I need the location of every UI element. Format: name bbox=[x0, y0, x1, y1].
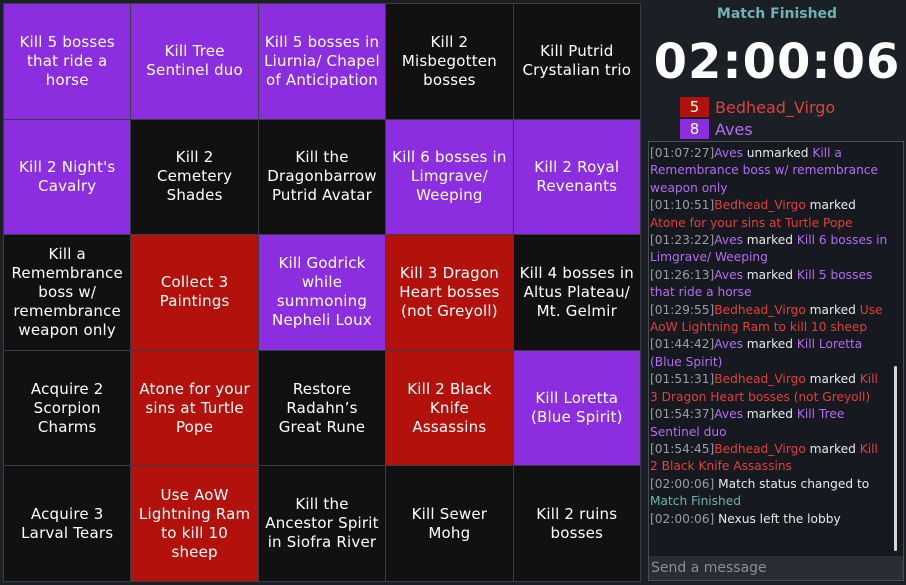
bingo-cell[interactable]: Kill 4 bosses in Altus Plateau/ Mt. Gelm… bbox=[513, 235, 640, 350]
chat-message: [02:00:06] Nexus left the lobby bbox=[650, 511, 889, 528]
chat-action: Match status changed to bbox=[714, 476, 874, 491]
chat-message-input[interactable] bbox=[649, 556, 903, 580]
chat-action: marked bbox=[805, 302, 860, 317]
chat-username: Bedhead_Virgo bbox=[714, 302, 806, 317]
chat-action: marked bbox=[805, 441, 860, 456]
bingo-cell[interactable]: Kill 2 Cemetery Shades bbox=[131, 119, 258, 235]
chat-action: marked bbox=[742, 267, 797, 282]
bingo-cell[interactable]: Restore Radahn’s Great Rune bbox=[258, 350, 386, 466]
bingo-cell[interactable]: Kill Godrick while summoning Nepheli Lou… bbox=[258, 235, 386, 350]
chat-message: [01:23:22]Aves marked Kill 6 bosses in L… bbox=[650, 232, 889, 267]
chat-timestamp: [02:00:06] bbox=[650, 476, 715, 491]
chat-message: [01:07:27]Aves unmarked Kill a Remembran… bbox=[650, 145, 889, 197]
chat-action: marked bbox=[742, 337, 797, 352]
match-status: Match Finished bbox=[716, 6, 838, 22]
chat-scrollbar[interactable] bbox=[892, 146, 900, 554]
match-sidebar: Match Finished 02:00:06 5 Bedhead_Virgo … bbox=[648, 0, 906, 585]
chat-timestamp: [01:26:13] bbox=[650, 267, 715, 282]
chat-action: Nexus left the lobby bbox=[714, 511, 841, 526]
player-row-purple: 8 Aves bbox=[680, 119, 753, 139]
bingo-cell[interactable]: Kill 2 Royal Revenants bbox=[513, 119, 640, 235]
bingo-cell[interactable]: Use AoW Lightning Ram to kill 10 sheep bbox=[131, 466, 258, 581]
chat-target: Match Finished bbox=[650, 494, 741, 509]
chat-action: marked bbox=[805, 372, 860, 387]
bingo-cell[interactable]: Kill 5 bosses in Liurnia/ Chapel of Anti… bbox=[258, 4, 386, 119]
chat-action: marked bbox=[742, 407, 797, 422]
chat-action: marked bbox=[742, 233, 797, 248]
chat-message: [01:26:13]Aves marked Kill 5 bosses that… bbox=[650, 267, 889, 302]
chat-timestamp: [01:23:22] bbox=[650, 233, 715, 248]
bingo-cell[interactable]: Kill 2 Misbegotten bosses bbox=[386, 4, 513, 119]
chat-message: [01:29:55]Bedhead_Virgo marked Use AoW L… bbox=[650, 302, 889, 337]
chat-message: [01:51:31]Bedhead_Virgo marked Kill 3 Dr… bbox=[650, 371, 889, 406]
bingo-cell[interactable]: Kill a Remembrance boss w/ remembrance w… bbox=[4, 235, 131, 350]
bingo-cell[interactable]: Kill 6 bosses in Limgrave/ Weeping bbox=[386, 119, 513, 235]
chat-action: marked bbox=[805, 198, 860, 213]
bingo-cell[interactable]: Acquire 3 Larval Tears bbox=[4, 466, 131, 581]
chat-username: Aves bbox=[714, 146, 743, 160]
chat-username: Bedhead_Virgo bbox=[714, 441, 806, 456]
player-score-badge: 5 bbox=[680, 97, 709, 117]
bingo-cell[interactable]: Acquire 2 Scorpion Charms bbox=[4, 350, 131, 466]
chat-log[interactable]: [01:07:27]Aves unmarked Kill a Remembran… bbox=[649, 142, 889, 556]
bingo-cell[interactable]: Collect 3 Paintings bbox=[131, 235, 258, 350]
match-timer: 02:00:06 bbox=[653, 34, 901, 90]
chat-message: [02:00:06] Match status changed to Match… bbox=[650, 476, 889, 511]
bingo-cell[interactable]: Kill 2 Night's Cavalry bbox=[4, 119, 131, 235]
bingo-cell[interactable]: Kill Putrid Crystalian trio bbox=[513, 4, 640, 119]
bingo-board: Kill 5 bosses that ride a horse Kill Tree… bbox=[3, 3, 641, 582]
chat-message: [01:54:37]Aves marked Kill Tree Sentinel… bbox=[650, 406, 889, 441]
player-name: Aves bbox=[715, 119, 753, 139]
bingo-cell[interactable]: Kill Loretta (Blue Spirit) bbox=[513, 350, 640, 466]
chat-username: Bedhead_Virgo bbox=[714, 372, 806, 387]
chat-timestamp: [01:44:42] bbox=[650, 337, 715, 352]
chat-scrollbar-thumb[interactable] bbox=[894, 366, 897, 551]
chat-message: [01:10:51]Bedhead_Virgo marked Atone for… bbox=[650, 197, 889, 232]
bingo-cell[interactable]: Kill 2 Black Knife Assassins bbox=[386, 350, 513, 466]
bingo-cell[interactable]: Kill Sewer Mohg bbox=[386, 466, 513, 581]
chat-username: Bedhead_Virgo bbox=[714, 198, 806, 213]
player-score-badge: 8 bbox=[680, 119, 709, 139]
chat-message: [01:44:42]Aves marked Kill Loretta (Blue… bbox=[650, 336, 889, 371]
chat-username: Aves bbox=[714, 337, 743, 352]
chat-timestamp: [02:00:06] bbox=[650, 511, 715, 526]
chat-username: Aves bbox=[714, 267, 743, 282]
chat-timestamp: [01:29:55] bbox=[650, 302, 715, 317]
chat-action: unmarked bbox=[742, 146, 813, 160]
chat-timestamp: [01:10:51] bbox=[650, 198, 715, 213]
bingo-cell[interactable]: Kill Tree Sentinel duo bbox=[131, 4, 258, 119]
chat-target: Atone for your sins at Turtle Pope bbox=[650, 215, 853, 230]
bingo-cell[interactable]: Atone for your sins at Turtle Pope bbox=[131, 350, 258, 466]
chat-timestamp: [01:54:45] bbox=[650, 441, 715, 456]
bingo-cell[interactable]: Kill 5 bosses that ride a horse bbox=[4, 4, 131, 119]
player-name: Bedhead_Virgo bbox=[715, 97, 836, 117]
chat-username: Aves bbox=[714, 407, 743, 422]
bingo-cell[interactable]: Kill 3 Dragon Heart bosses (not Greyoll) bbox=[386, 235, 513, 350]
chat-timestamp: [01:54:37] bbox=[650, 407, 715, 422]
bingo-cell[interactable]: Kill 2 ruins bosses bbox=[513, 466, 640, 581]
chat-username: Aves bbox=[714, 233, 743, 248]
player-row-red: 5 Bedhead_Virgo bbox=[680, 97, 835, 117]
bingo-cell[interactable]: Kill the Ancestor Spirit in Siofra River bbox=[258, 466, 386, 581]
chat-message: [01:54:45]Bedhead_Virgo marked Kill 2 Bl… bbox=[650, 441, 889, 476]
bingo-cell[interactable]: Kill the Dragonbarrow Putrid Avatar bbox=[258, 119, 386, 235]
chat-panel: [01:07:27]Aves unmarked Kill a Remembran… bbox=[648, 141, 904, 581]
chat-timestamp: [01:07:27] bbox=[650, 146, 715, 160]
chat-timestamp: [01:51:31] bbox=[650, 372, 715, 387]
